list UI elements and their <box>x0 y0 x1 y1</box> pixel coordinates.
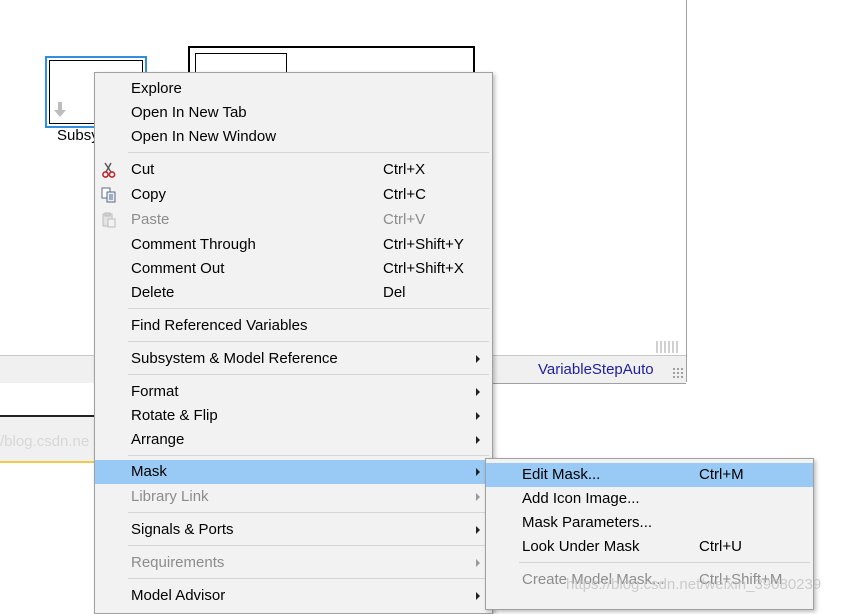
yellow-divider <box>0 461 100 463</box>
menu-item-shortcut: Ctrl+C <box>383 186 426 203</box>
menu-item-label: Delete <box>131 284 175 301</box>
copy-icon <box>101 187 116 203</box>
menu-item-shortcut: Ctrl+M <box>699 466 744 483</box>
menu-item-copy[interactable]: Copy Ctrl+C <box>95 183 492 207</box>
menu-item-shortcut: Ctrl+V <box>383 211 426 228</box>
menu-separator <box>128 578 489 579</box>
menu-separator <box>128 341 489 342</box>
resize-grip[interactable] <box>672 367 684 379</box>
menu-item-shortcut: Ctrl+U <box>699 538 742 555</box>
menu-item-cut[interactable]: Cut Ctrl+X <box>95 158 492 182</box>
submenu-arrow-icon <box>476 592 480 600</box>
menu-item-arrange[interactable]: Arrange <box>95 428 492 452</box>
menu-item-shortcut: Ctrl+Shift+X <box>383 260 464 277</box>
menu-item-label: Rotate & Flip <box>131 407 218 424</box>
menu-item-comment-through[interactable]: Comment Through Ctrl+Shift+Y <box>95 233 492 257</box>
submenu-arrow-icon <box>476 559 480 567</box>
menu-item-label: Arrange <box>131 431 185 448</box>
menu-item-label: Subsystem & Model Reference <box>131 350 338 367</box>
menu-item-label: Paste <box>131 211 170 228</box>
menu-item-model-advisor[interactable]: Model Advisor <box>95 584 492 608</box>
paste-icon <box>102 212 116 228</box>
submenu-arrow-icon <box>476 436 480 444</box>
submenu-item-add-icon-image[interactable]: Add Icon Image... <box>486 487 813 511</box>
menu-item-label: Edit Mask... <box>522 466 601 483</box>
menu-item-label: Explore <box>131 80 182 97</box>
down-arrow-icon <box>54 102 66 117</box>
menu-item-label: Library Link <box>131 488 209 505</box>
menu-item-format[interactable]: Format <box>95 380 492 404</box>
menu-item-find-referenced-variables[interactable]: Find Referenced Variables <box>95 314 492 338</box>
menu-separator <box>128 512 489 513</box>
submenu-arrow-icon <box>476 388 480 396</box>
menu-item-comment-out[interactable]: Comment Out Ctrl+Shift+X <box>95 257 492 281</box>
menu-item-label: Open In New Tab <box>131 104 247 121</box>
menu-separator <box>519 562 810 563</box>
menu-separator <box>128 374 489 375</box>
menu-item-shortcut: Del <box>383 284 406 301</box>
lower-pane <box>0 383 100 417</box>
faint-text: /blog.csdn.ne <box>0 433 90 450</box>
menu-item-label: Comment Through <box>131 236 256 253</box>
menu-separator <box>128 308 489 309</box>
scrollbar-grip[interactable] <box>656 341 680 353</box>
context-menu: Explore Open In New Tab Open In New Wind… <box>94 72 493 614</box>
menu-item-paste[interactable]: Paste Ctrl+V <box>95 208 492 232</box>
submenu-arrow-icon <box>476 526 480 534</box>
menu-item-label: Open In New Window <box>131 128 277 145</box>
solver-status[interactable]: VariableStepAuto <box>538 361 654 378</box>
menu-item-label: Model Advisor <box>131 587 226 604</box>
menu-item-label: Comment Out <box>131 260 225 277</box>
submenu-arrow-icon <box>476 355 480 363</box>
submenu-item-look-under-mask[interactable]: Look Under Mask Ctrl+U <box>486 535 813 559</box>
menu-item-label: Mask Parameters... <box>522 514 653 531</box>
menu-item-rotate-flip[interactable]: Rotate & Flip <box>95 404 492 428</box>
menu-item-open-in-new-tab[interactable]: Open In New Tab <box>95 101 492 125</box>
menu-item-signals-ports[interactable]: Signals & Ports <box>95 518 492 542</box>
menu-item-label: Format <box>131 383 179 400</box>
menu-item-label: Mask <box>131 463 167 480</box>
menu-item-explore[interactable]: Explore <box>95 77 492 101</box>
menu-item-label: Copy <box>131 186 167 203</box>
submenu-item-edit-mask[interactable]: Edit Mask... Ctrl+M <box>486 463 813 487</box>
menu-item-mask[interactable]: Mask <box>95 460 492 484</box>
menu-item-label: Look Under Mask <box>522 538 640 555</box>
menu-item-subsystem-model-reference[interactable]: Subsystem & Model Reference <box>95 347 492 371</box>
menu-item-label: Signals & Ports <box>131 521 234 538</box>
menu-item-shortcut: Ctrl+Shift+Y <box>383 236 464 253</box>
menu-item-label: Cut <box>131 161 155 178</box>
subsystem-block-label: Subsy <box>57 127 99 144</box>
menu-item-open-in-new-window[interactable]: Open In New Window <box>95 125 492 149</box>
menu-separator <box>128 455 489 456</box>
submenu-item-mask-parameters[interactable]: Mask Parameters... <box>486 511 813 535</box>
submenu-arrow-icon <box>476 412 480 420</box>
menu-separator <box>128 152 489 153</box>
menu-item-library-link[interactable]: Library Link <box>95 485 492 509</box>
menu-item-requirements[interactable]: Requirements <box>95 551 492 575</box>
scissors-icon <box>102 162 116 178</box>
menu-separator <box>128 545 489 546</box>
submenu-arrow-icon <box>476 493 480 501</box>
menu-item-delete[interactable]: Delete Del <box>95 281 492 305</box>
menu-item-label: Add Icon Image... <box>522 490 640 507</box>
menu-item-label: Find Referenced Variables <box>131 317 308 334</box>
submenu-arrow-icon <box>476 468 480 476</box>
menu-item-shortcut: Ctrl+X <box>383 161 426 178</box>
menu-item-label: Requirements <box>131 554 225 571</box>
watermark-text: https://blog.csdn.net/weixin_39080239 <box>566 576 822 593</box>
